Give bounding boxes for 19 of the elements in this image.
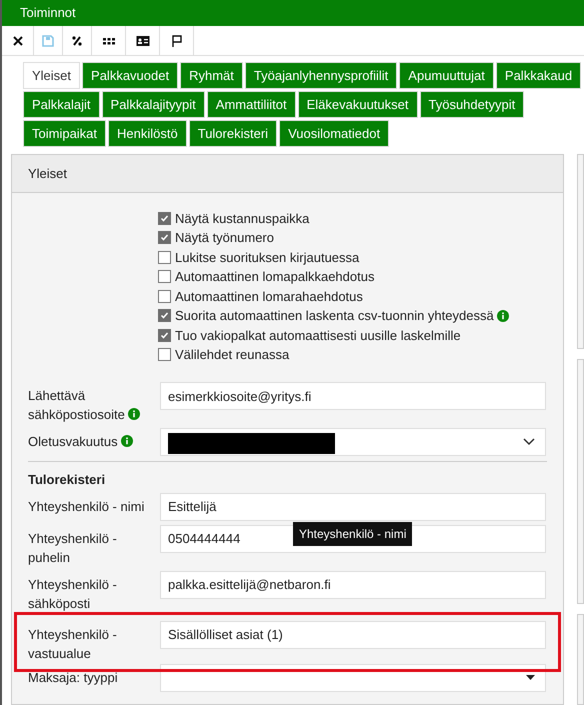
- title-bar: Toiminnot: [2, 0, 584, 26]
- field-label: Yhteyshenkilö - vastuualue: [28, 626, 118, 662]
- checkbox-label: Näytä työnumero: [175, 229, 274, 247]
- checkbox-label: Automaattinen lomarahaehdotus: [175, 288, 363, 306]
- panel-title: Yleiset: [12, 155, 563, 193]
- section-heading: Tulorekisteri: [28, 471, 106, 489]
- checkbox-label: Välilehdet reunassa: [175, 346, 290, 364]
- checkbox-label: Näytä kustannuspaikka: [175, 210, 310, 228]
- tooltip: Yhteyshenkilö - nimi: [293, 522, 412, 546]
- checkbox-label: Automaattinen lomapalkkaehdotus: [175, 268, 374, 286]
- field-label: Oletusvakuutus: [28, 434, 118, 449]
- checkbox-label: Tuo vakiopalkat automaattisesti uusille laskelmille: [175, 326, 461, 345]
- checkbox-label: Suorita automaattinen laskenta csv-tuonnin yhteydessä: [175, 307, 494, 325]
- field-label: Yhteyshenkilö - sähköposti: [28, 576, 118, 612]
- field-label: Maksaja: tyyppi: [28, 668, 119, 686]
- field-label: Yhteyshenkilö - nimi: [28, 498, 146, 516]
- field-label: Lähettävä sähköpostiosoite: [28, 388, 125, 422]
- field-label: Yhteyshenkilö - puhelin: [28, 530, 118, 566]
- checkbox-label: Lukitse suorituksen kirjautuessa: [175, 248, 360, 267]
